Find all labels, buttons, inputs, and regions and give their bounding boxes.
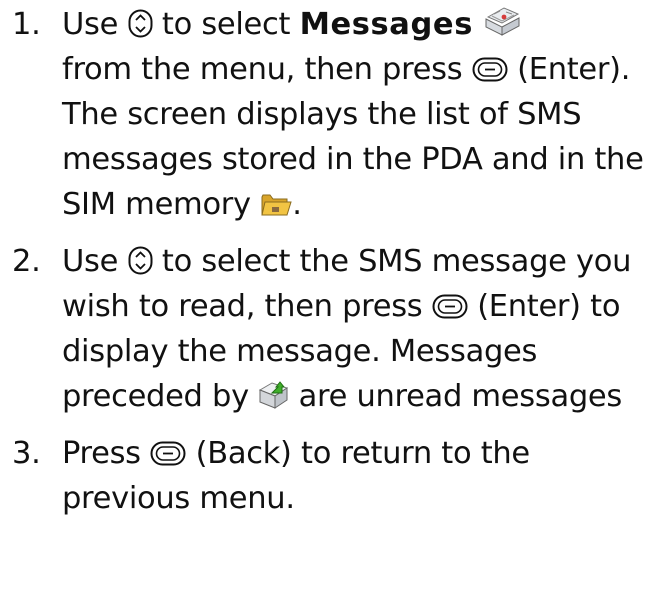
instruction-list: 1. Use to select Messages from the menu,… — [12, 0, 648, 533]
step-text: Press — [62, 436, 141, 471]
unread-envelope-icon — [259, 381, 289, 409]
step-number: 1. — [12, 7, 41, 42]
step-text: are unread messages — [298, 379, 623, 414]
menu-item-label: Messages — [299, 7, 473, 42]
step-2: 2. Use to select the SMS message you wis… — [12, 239, 648, 419]
step-text: to select — [161, 7, 291, 42]
back-key-icon — [150, 441, 186, 466]
step-text: Use — [62, 244, 119, 279]
step-text: Use — [62, 7, 119, 42]
step-number: 3. — [12, 436, 41, 471]
folder-icon — [261, 194, 292, 216]
enter-key-icon — [472, 57, 508, 82]
messages-envelope-icon — [485, 7, 520, 36]
step-text: . — [292, 187, 302, 222]
step-3: 3. Press (Back) to return to the previou… — [12, 431, 648, 521]
step-1: 1. Use to select Messages from the menu,… — [12, 2, 648, 227]
step-text: from the menu, then press — [62, 52, 463, 87]
enter-key-icon — [432, 294, 468, 319]
nav-key-icon — [128, 246, 152, 275]
nav-key-icon — [128, 9, 152, 38]
step-number: 2. — [12, 244, 41, 279]
